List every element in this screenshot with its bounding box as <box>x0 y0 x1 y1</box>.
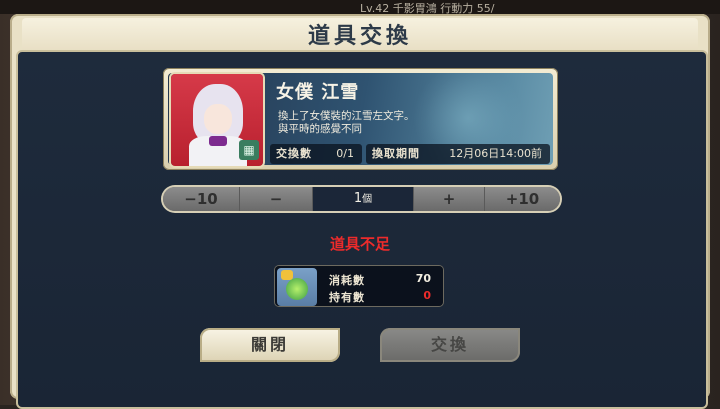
exchange-count-value: 0/1 <box>336 147 354 160</box>
plus-1-button[interactable]: + <box>414 187 484 211</box>
owned-value: 0 <box>423 289 431 302</box>
minus-10-button[interactable]: −10 <box>163 187 239 211</box>
item-portrait[interactable]: ▦ <box>171 74 263 166</box>
consume-value: 70 <box>415 272 431 285</box>
costume-tag-icon: ▦ <box>239 140 259 160</box>
description-line-1: 換上了女僕裝的江雪左文字。 <box>278 110 415 122</box>
exchange-button[interactable]: 交換 <box>380 328 520 362</box>
deadline-row: 換取期間 12月06日14:00前 <box>366 144 550 164</box>
item-description: 換上了女僕裝的江雪左文字。 與平時的感覺不同 <box>278 110 478 136</box>
portrait-bow <box>209 136 227 146</box>
description-line-2: 與平時的感覺不同 <box>278 123 362 135</box>
exchange-count-row: 交換數 0/1 <box>270 144 362 164</box>
portrait-face <box>204 104 232 134</box>
plus-10-button[interactable]: +10 <box>485 187 560 211</box>
deadline-label: 換取期間 <box>372 147 420 160</box>
potion-item-icon <box>277 268 317 306</box>
consume-label: 消耗數 <box>329 274 365 287</box>
quantity-stepper: −10 − 1個 + +10 <box>163 187 560 211</box>
deadline-value: 12月06日14:00前 <box>449 147 542 160</box>
exchange-count-label: 交換數 <box>276 147 312 160</box>
quantity-display: 1個 <box>313 187 413 211</box>
minus-1-button[interactable]: − <box>240 187 312 211</box>
item-name: 女僕 江雪 <box>276 82 360 103</box>
dialog-title: 道具交換 <box>307 23 412 49</box>
quantity-value: 1 <box>353 191 363 206</box>
owned-label: 持有數 <box>329 291 365 304</box>
quantity-unit: 個 <box>362 194 373 205</box>
potion-icon <box>286 278 308 300</box>
insufficient-items-warning: 道具不足 <box>329 235 390 253</box>
close-button[interactable]: 關閉 <box>200 328 340 362</box>
